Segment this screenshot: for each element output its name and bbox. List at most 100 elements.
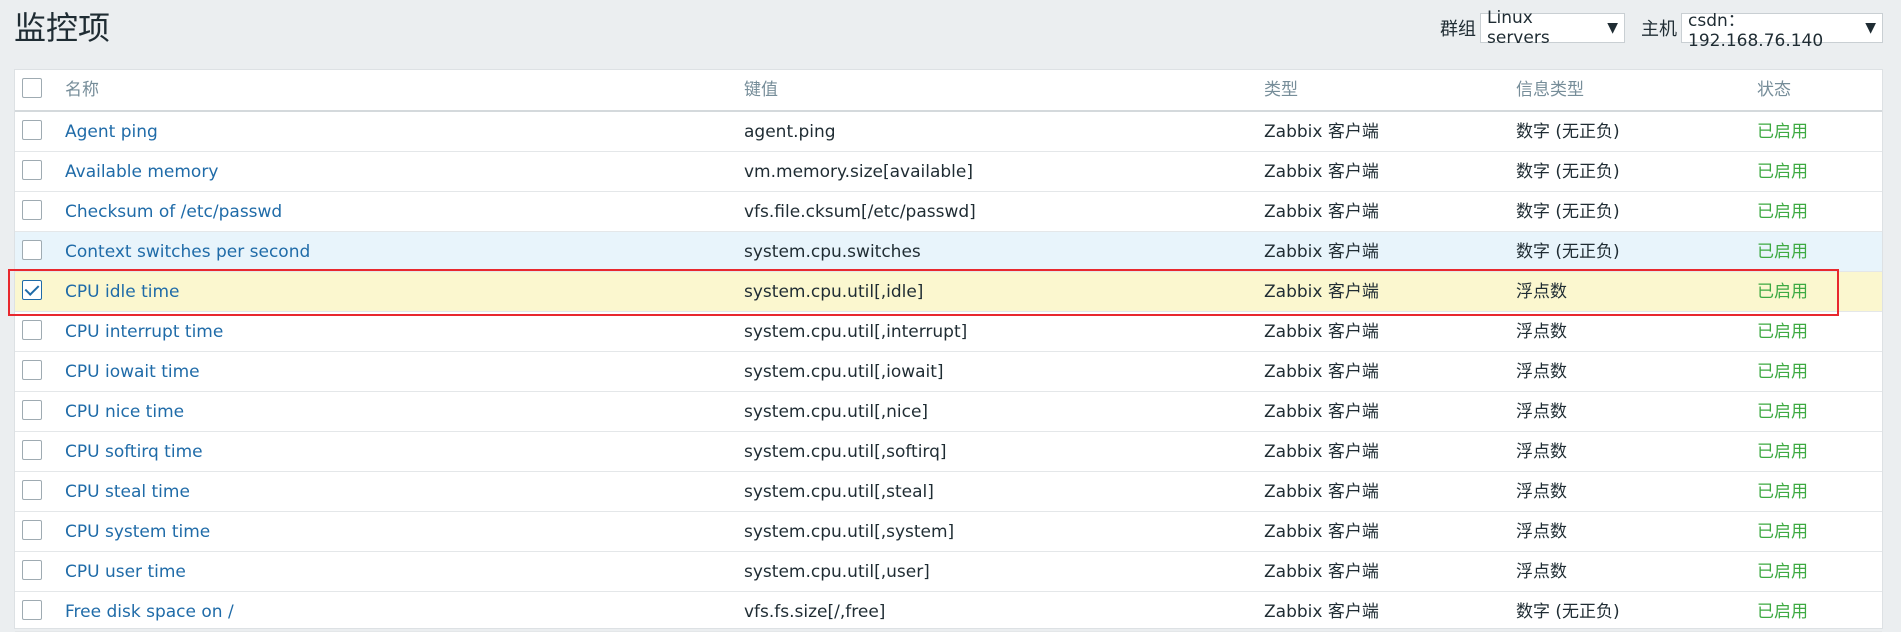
page-title: 监控项 <box>14 9 111 47</box>
item-type: Zabbix 客户端 <box>1264 282 1379 302</box>
item-status-link[interactable]: 已启用 <box>1757 392 1808 432</box>
item-key: system.cpu.util[,nice] <box>744 402 929 422</box>
item-status-link[interactable]: 已启用 <box>1757 592 1808 632</box>
item-type: Zabbix 客户端 <box>1264 602 1379 622</box>
host-select-value: csdn：192.168.76.140 <box>1688 10 1824 51</box>
item-status-link[interactable]: 已启用 <box>1757 432 1808 472</box>
item-status-link[interactable]: 已启用 <box>1757 472 1808 512</box>
item-key: system.cpu.switches <box>744 242 921 262</box>
item-info-type: 浮点数 <box>1516 322 1567 342</box>
item-key: system.cpu.util[,interrupt] <box>744 322 968 342</box>
item-key: system.cpu.util[,user] <box>744 562 930 582</box>
item-name-link[interactable]: CPU idle time <box>65 272 179 312</box>
row-checkbox[interactable] <box>22 120 42 140</box>
item-name-link[interactable]: Checksum of /etc/passwd <box>65 192 282 232</box>
item-info-type: 浮点数 <box>1516 562 1567 582</box>
host-filter-label: 主机 <box>1641 19 1677 40</box>
item-key: system.cpu.util[,idle] <box>744 282 924 302</box>
item-info-type: 浮点数 <box>1516 282 1567 302</box>
header-status[interactable]: 状态 <box>1757 70 1791 110</box>
item-name-link[interactable]: Available memory <box>65 152 218 192</box>
item-key: system.cpu.util[,softirq] <box>744 442 947 462</box>
row-checkbox[interactable] <box>22 360 42 380</box>
table-row: CPU steal time system.cpu.util[,steal] Zab… <box>15 472 1882 512</box>
item-info-type: 数字 (无正负) <box>1516 162 1620 182</box>
table-row: Context switches per second system.cpu.sw… <box>15 232 1882 272</box>
row-checkbox[interactable] <box>22 600 42 620</box>
item-type: Zabbix 客户端 <box>1264 362 1379 382</box>
table-row: CPU softirq time system.cpu.util[,softirq… <box>15 432 1882 472</box>
item-key: vfs.file.cksum[/etc/passwd] <box>744 202 976 222</box>
item-status-link[interactable]: 已启用 <box>1757 272 1808 312</box>
item-status-link[interactable]: 已启用 <box>1757 512 1808 552</box>
row-checkbox[interactable] <box>22 440 42 460</box>
group-filter-label: 群组 <box>1440 19 1476 40</box>
item-status-link[interactable]: 已启用 <box>1757 112 1808 152</box>
item-type: Zabbix 客户端 <box>1264 482 1379 502</box>
item-name-link[interactable]: Agent ping <box>65 112 158 152</box>
row-checkbox[interactable] <box>22 400 42 420</box>
item-type: Zabbix 客户端 <box>1264 562 1379 582</box>
item-name-link[interactable]: CPU steal time <box>65 472 190 512</box>
group-select[interactable]: Linux servers ▼ <box>1480 8 1625 48</box>
table-row: Checksum of /etc/passwd vfs.file.cksum[/e… <box>15 192 1882 232</box>
table-row: CPU user time system.cpu.util[,user] Zabbi… <box>15 552 1882 592</box>
table-row: CPU nice time system.cpu.util[,nice] Zabbi… <box>15 392 1882 432</box>
group-select-value: Linux servers <box>1487 8 1550 48</box>
item-info-type: 数字 (无正负) <box>1516 122 1620 142</box>
item-name-link[interactable]: CPU system time <box>65 512 210 552</box>
item-type: Zabbix 客户端 <box>1264 402 1379 422</box>
row-checkbox[interactable] <box>22 560 42 580</box>
item-name-link[interactable]: CPU nice time <box>65 392 184 432</box>
table-row: CPU interrupt time system.cpu.util[,inter… <box>15 312 1882 352</box>
item-name-link[interactable]: CPU interrupt time <box>65 312 223 352</box>
table-row: CPU system time system.cpu.util[,system] Z… <box>15 512 1882 552</box>
item-key: system.cpu.util[,system] <box>744 522 955 542</box>
header-key[interactable]: 键值 <box>744 70 778 110</box>
select-all-checkbox[interactable] <box>22 78 42 98</box>
filter-bar: 群组 Linux servers ▼ 主机 csdn：192.168.76.14… <box>1440 8 1883 51</box>
item-key: system.cpu.util[,steal] <box>744 482 934 502</box>
row-checkbox[interactable] <box>22 200 42 220</box>
item-info-type: 浮点数 <box>1516 442 1567 462</box>
item-type: Zabbix 客户端 <box>1264 442 1379 462</box>
items-table: 名称 键值 类型 信息类型 状态 Agent ping agent.ping Zab… <box>14 69 1883 632</box>
item-status-link[interactable]: 已启用 <box>1757 312 1808 352</box>
item-type: Zabbix 客户端 <box>1264 202 1379 222</box>
item-status-link[interactable]: 已启用 <box>1757 152 1808 192</box>
row-checkbox[interactable] <box>22 160 42 180</box>
item-name-link[interactable]: CPU softirq time <box>65 432 203 472</box>
item-name-link[interactable]: CPU user time <box>65 552 186 592</box>
table-row: CPU idle time system.cpu.util[,idle] Zabbi… <box>15 272 1882 312</box>
item-info-type: 浮点数 <box>1516 482 1567 502</box>
item-type: Zabbix 客户端 <box>1264 522 1379 542</box>
row-checkbox[interactable] <box>22 240 42 260</box>
table-row: Agent ping agent.ping Zabbix 客户端 数字 (无正负) 已启… <box>15 112 1882 152</box>
dropdown-arrow-icon: ▼ <box>1607 20 1618 36</box>
header-name[interactable]: 名称 <box>65 70 99 110</box>
item-key: vm.memory.size[available] <box>744 162 973 182</box>
item-info-type: 数字 (无正负) <box>1516 602 1620 622</box>
item-info-type: 数字 (无正负) <box>1516 202 1620 222</box>
item-status-link[interactable]: 已启用 <box>1757 552 1808 592</box>
item-key: system.cpu.util[,iowait] <box>744 362 944 382</box>
item-name-link[interactable]: CPU iowait time <box>65 352 200 392</box>
item-type: Zabbix 客户端 <box>1264 322 1379 342</box>
header-info-type: 信息类型 <box>1516 80 1584 100</box>
row-checkbox[interactable] <box>22 320 42 340</box>
host-select[interactable]: csdn：192.168.76.140 ▼ <box>1681 11 1883 51</box>
item-key: agent.ping <box>744 122 836 142</box>
item-name-link[interactable]: Free disk space on / <box>65 592 234 632</box>
item-key: vfs.fs.size[/,free] <box>744 602 886 622</box>
row-checkbox[interactable] <box>22 280 42 300</box>
row-checkbox[interactable] <box>22 520 42 540</box>
table-row: Free disk space on / vfs.fs.size[/,free] Z… <box>15 592 1882 632</box>
item-status-link[interactable]: 已启用 <box>1757 192 1808 232</box>
item-info-type: 数字 (无正负) <box>1516 242 1620 262</box>
item-info-type: 浮点数 <box>1516 362 1567 382</box>
item-status-link[interactable]: 已启用 <box>1757 352 1808 392</box>
item-status-link[interactable]: 已启用 <box>1757 232 1808 272</box>
header-type[interactable]: 类型 <box>1264 70 1298 110</box>
row-checkbox[interactable] <box>22 480 42 500</box>
item-name-link[interactable]: Context switches per second <box>65 232 310 272</box>
